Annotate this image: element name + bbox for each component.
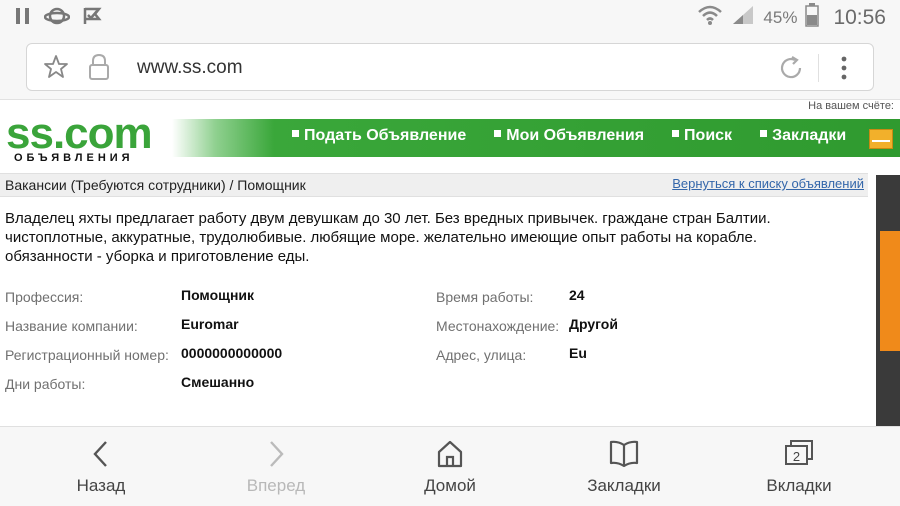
home-button[interactable]: Домой bbox=[390, 439, 510, 496]
more-menu-icon[interactable] bbox=[839, 55, 849, 86]
address-bar[interactable]: www.ss.com bbox=[26, 43, 874, 91]
mail-icon[interactable] bbox=[869, 129, 893, 149]
details-row: Дни работы: Смешанно bbox=[5, 374, 865, 403]
address-divider bbox=[818, 54, 819, 82]
nav-bookmarks[interactable]: Закладки bbox=[760, 127, 846, 145]
check-flag-icon bbox=[82, 5, 104, 27]
listing-description: Владелец яхты предлагает работу двум дев… bbox=[5, 209, 855, 266]
work-days-label: Дни работы: bbox=[5, 376, 86, 392]
battery-percent: 45% bbox=[763, 7, 798, 27]
nav-post-ad[interactable]: Подать Объявление bbox=[292, 127, 466, 145]
forward-button[interactable]: Вперед bbox=[216, 439, 336, 496]
clock: 10:56 bbox=[833, 5, 886, 29]
profession-label: Профессия: bbox=[5, 289, 84, 305]
home-label: Домой bbox=[424, 476, 476, 495]
details-row: Регистрационный номер: 0000000000000 Адр… bbox=[5, 345, 865, 374]
company-value: Euromar bbox=[181, 316, 239, 332]
description-line: чистоплотные, аккуратные, трудолюбивые. … bbox=[5, 229, 758, 246]
breadcrumb-bar: Вакансии (Требуются сотрудники) / Помощн… bbox=[0, 173, 868, 197]
signal-icon bbox=[731, 4, 755, 31]
details-row: Название компании: Euromar Местонахожден… bbox=[5, 316, 865, 345]
profession-value: Помощник bbox=[181, 287, 255, 303]
tabs-button[interactable]: 2 Вкладки bbox=[739, 439, 859, 496]
web-page: На вашем счёте: ss.com ОБЪЯВЛЕНИЯ Подать… bbox=[0, 100, 900, 426]
nav-search[interactable]: Поиск bbox=[672, 127, 732, 145]
description-line: Владелец яхты предлагает работу двум дев… bbox=[5, 210, 771, 227]
bookmark-star-icon[interactable] bbox=[43, 54, 69, 85]
logo-subtitle: ОБЪЯВЛЕНИЯ bbox=[14, 152, 134, 164]
bullet-square-icon bbox=[672, 130, 680, 138]
details-row: Профессия: Помощник Время работы: 24 bbox=[5, 287, 865, 316]
bullet-square-icon bbox=[292, 130, 299, 138]
tabs-label: Вкладки bbox=[766, 476, 832, 495]
nav-bookmarks-label: Закладки bbox=[772, 127, 847, 144]
back-arrow-icon bbox=[93, 441, 107, 467]
book-icon bbox=[609, 440, 639, 468]
planet-icon bbox=[44, 5, 70, 27]
work-hours-label: Время работы: bbox=[436, 289, 534, 305]
tabs-count: 2 bbox=[793, 449, 800, 464]
back-to-list-link[interactable]: Вернуться к списку объявлений bbox=[672, 176, 864, 191]
nav-search-label: Поиск bbox=[684, 127, 733, 144]
back-label: Назад bbox=[76, 476, 126, 495]
nav-my-ads[interactable]: Мои Объявления bbox=[494, 127, 644, 145]
status-bar: 45% 10:56 bbox=[0, 0, 900, 34]
site-nav: Подать Объявление Мои Объявления Поиск З… bbox=[172, 119, 900, 157]
banner-accent bbox=[880, 231, 900, 351]
lock-icon bbox=[87, 53, 111, 86]
forward-arrow-icon bbox=[270, 441, 284, 467]
nav-post-ad-label: Подать Объявление bbox=[304, 127, 467, 144]
bookmarks-button[interactable]: Закладки bbox=[564, 439, 684, 496]
browser-window: 45% 10:56 www.ss.com На вашем счёте: ss.… bbox=[0, 0, 900, 506]
back-button[interactable]: Назад bbox=[41, 439, 161, 496]
forward-label: Вперед bbox=[246, 476, 306, 495]
battery-icon bbox=[805, 3, 820, 32]
site-logo[interactable]: ss.com ОБЪЯВЛЕНИЯ bbox=[6, 109, 153, 165]
wifi-icon bbox=[697, 4, 723, 31]
address-bar-area: www.ss.com bbox=[0, 34, 900, 100]
company-label: Название компании: bbox=[5, 318, 138, 334]
reg-number-value: 0000000000000 bbox=[181, 345, 283, 361]
breadcrumb[interactable]: Вакансии (Требуются сотрудники) / Помощн… bbox=[5, 177, 306, 193]
work-hours-value: 24 bbox=[569, 287, 585, 303]
bullet-square-icon bbox=[760, 130, 768, 138]
logo-text: ss.com bbox=[6, 109, 153, 158]
work-days-value: Смешанно bbox=[181, 374, 255, 390]
nav-my-ads-label: Мои Объявления bbox=[506, 127, 645, 144]
listing-details: Профессия: Помощник Время работы: 24 Наз… bbox=[5, 287, 865, 403]
address-value: Eu bbox=[569, 345, 587, 361]
url-text[interactable]: www.ss.com bbox=[137, 57, 243, 79]
browser-toolbar: Назад Вперед Домой Закладки 2 Вкладки bbox=[0, 426, 900, 506]
reload-icon[interactable] bbox=[777, 54, 805, 87]
account-balance-label: На вашем счёте: bbox=[808, 100, 894, 112]
address-label: Адрес, улица: bbox=[436, 347, 527, 363]
bullet-square-icon bbox=[494, 130, 502, 138]
side-banner[interactable] bbox=[876, 175, 900, 426]
tabs-icon: 2 bbox=[785, 440, 813, 465]
location-label: Местонахождение: bbox=[436, 318, 560, 334]
pause-icon bbox=[14, 6, 32, 26]
location-value: Другой bbox=[569, 316, 618, 332]
home-icon bbox=[437, 440, 463, 468]
bookmarks-label: Закладки bbox=[587, 476, 661, 495]
reg-number-label: Регистрационный номер: bbox=[5, 347, 169, 363]
description-line: обязанности - уборка и приготовление еды… bbox=[5, 248, 310, 265]
